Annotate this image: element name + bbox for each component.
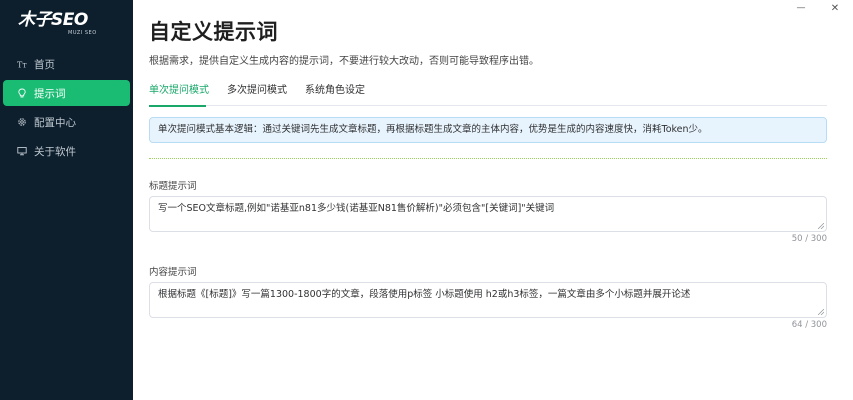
sidebar-item-label: 配置中心 [34,116,76,129]
sidebar: 木子SEO MUZI SEO Tт 首页 提示词 配置中心 关于软件 [0,0,133,400]
tab-label: 系统角色设定 [305,85,365,96]
tab-multi-question[interactable]: 多次提问模式 [227,82,287,106]
text-format-icon: Tт [17,59,27,70]
sidebar-item-config[interactable]: 配置中心 [3,109,130,135]
content-prompt-counter: 64 / 300 [791,320,827,330]
resize-handle-icon[interactable] [818,223,824,229]
sidebar-nav: Tт 首页 提示词 配置中心 关于软件 [0,51,133,164]
title-prompt-textarea[interactable]: 写一个SEO文章标题,例如"诺基亚n81多少钱(诺基亚N81售价解析)"必须包含… [149,196,827,232]
sidebar-item-about[interactable]: 关于软件 [3,138,130,164]
lightbulb-icon [17,88,27,98]
divider [149,158,827,159]
tab-label: 多次提问模式 [227,85,287,96]
app-logo: 木子SEO MUZI SEO [0,0,133,45]
sidebar-item-prompts[interactable]: 提示词 [3,80,130,106]
tab-single-question[interactable]: 单次提问模式 [149,82,209,107]
page-description: 根据需求，提供自定义生成内容的提示词，不要进行较大改动，否则可能导致程序出错。 [149,56,539,67]
gear-icon [17,117,27,127]
logo-main-text: 木子SEO [18,10,88,30]
tab-system-role[interactable]: 系统角色设定 [305,82,365,106]
title-prompt-counter: 50 / 300 [791,234,827,244]
resize-handle-icon[interactable] [818,309,824,315]
minimize-button[interactable]: — [786,0,816,16]
tab-label: 单次提问模式 [149,85,209,96]
tab-active-indicator [149,105,206,107]
content-prompt-label: 内容提示词 [149,267,197,278]
info-text: 单次提问模式基本逻辑：通过关键词先生成文章标题，再根据标题生成文章的主体内容，优… [158,124,708,135]
svg-text:Tт: Tт [17,61,27,70]
title-prompt-label: 标题提示词 [149,181,197,192]
tab-bar: 单次提问模式 多次提问模式 系统角色设定 [149,82,827,107]
mode-info-alert: 单次提问模式基本逻辑：通过关键词先生成文章标题，再根据标题生成文章的主体内容，优… [149,117,827,143]
title-prompt-value: 写一个SEO文章标题,例如"诺基亚n81多少钱(诺基亚N81售价解析)"必须包含… [158,203,555,214]
sidebar-item-label: 关于软件 [34,145,76,158]
content-prompt-textarea[interactable]: 根据标题《[标题]》写一篇1300-1800字的文章，段落使用p标签 小标题使用… [149,282,827,318]
close-icon: ✕ [830,2,840,14]
title-bar: — ✕ [133,0,853,16]
minimize-icon: — [796,3,806,13]
monitor-icon [17,146,27,156]
sidebar-item-label: 提示词 [34,87,66,100]
logo-sub-text: MUZI SEO [68,30,97,36]
sidebar-item-label: 首页 [34,58,55,71]
page-title: 自定义提示词 [149,20,278,44]
content-prompt-value: 根据标题《[标题]》写一篇1300-1800字的文章，段落使用p标签 小标题使用… [158,289,691,300]
sidebar-item-home[interactable]: Tт 首页 [3,51,130,77]
close-button[interactable]: ✕ [820,0,850,16]
